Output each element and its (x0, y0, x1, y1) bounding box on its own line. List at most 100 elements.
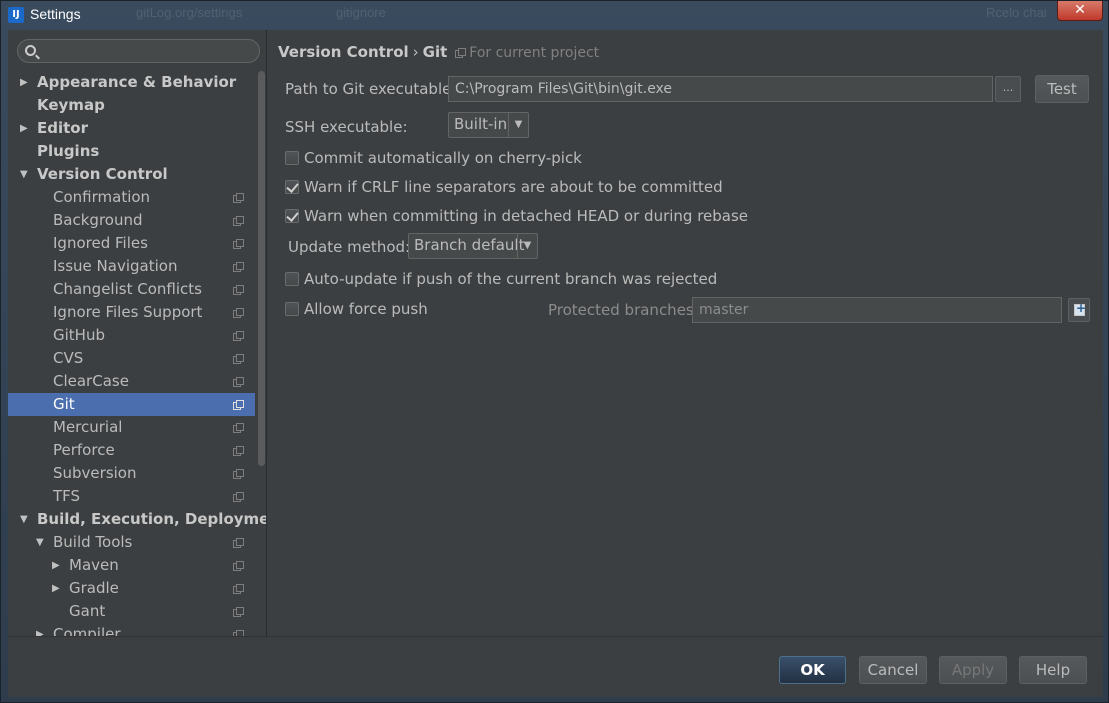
expand-arrow-icon[interactable]: ▶ (36, 623, 48, 636)
auto-update-label: Auto-update if push of the current branc… (304, 270, 718, 288)
sidebar-item[interactable]: Issue Navigation (8, 255, 255, 278)
project-scope-icon (233, 400, 244, 410)
sidebar-item[interactable]: Ignore Files Support (8, 301, 255, 324)
git-path-field[interactable]: C:\Program Files\Git\bin\git.exe (448, 76, 993, 102)
project-scope-icon (233, 538, 244, 548)
sidebar-item[interactable]: Confirmation (8, 186, 255, 209)
browse-button[interactable]: ... (995, 76, 1021, 102)
sidebar-item-label: Build, Execution, Deployment (37, 510, 267, 528)
collapse-arrow-icon[interactable]: ▼ (36, 531, 48, 554)
sidebar-item[interactable]: GitHub (8, 324, 255, 347)
commit-cherry-pick-checkbox[interactable] (285, 151, 299, 165)
sidebar-item-label: Perforce (53, 441, 115, 459)
update-method-value: Branch default (414, 236, 525, 254)
breadcrumb-separator: › (412, 43, 419, 61)
expand-arrow-icon[interactable]: ▶ (52, 554, 64, 577)
dropdown-arrow-icon: ▼ (517, 234, 537, 258)
auto-update-checkbox[interactable] (285, 272, 299, 286)
update-method-label: Update method: (288, 238, 411, 256)
sidebar-item[interactable]: ▶ Appearance & Behavior (8, 71, 255, 94)
sidebar-scrollbar-thumb[interactable] (258, 71, 265, 466)
sidebar-item[interactable]: Subversion (8, 462, 255, 485)
sidebar-item[interactable]: ▼ Version Control (8, 163, 255, 186)
sidebar-item-label: GitHub (53, 326, 105, 344)
project-scope-icon (233, 584, 244, 594)
sidebar-item[interactable]: ▶ Gradle (8, 577, 255, 600)
sidebar-item-label: ClearCase (53, 372, 129, 390)
search-input[interactable] (42, 42, 252, 60)
project-scope-icon (455, 48, 467, 58)
warn-crlf-checkbox[interactable] (285, 180, 299, 194)
sidebar-item-label: TFS (53, 487, 81, 505)
ok-button[interactable]: OK (779, 656, 846, 684)
sidebar-item-label: Changelist Conflicts (53, 280, 202, 298)
project-scope-icon (233, 469, 244, 479)
expand-arrow-icon[interactable]: ▶ (52, 577, 64, 600)
warn-detached-head-checkbox[interactable] (285, 209, 299, 223)
sidebar-item[interactable]: ▼ Build, Execution, Deployment (8, 508, 266, 531)
add-branch-button[interactable] (1068, 298, 1090, 322)
ssh-executable-dropdown[interactable]: Built-in ▼ (448, 112, 529, 138)
sidebar-item[interactable]: Changelist Conflicts (8, 278, 255, 301)
collapse-arrow-icon[interactable]: ▼ (20, 508, 32, 531)
sidebar-item-label: Gradle (69, 579, 119, 597)
sidebar-item[interactable]: ▶ Maven (8, 554, 255, 577)
dialog-body: ▶ Appearance & Behavior Keymap ▶ Editor Plugi… (8, 30, 1103, 697)
expand-arrow-icon[interactable]: ▶ (20, 117, 32, 140)
project-scope-icon (233, 285, 244, 295)
search-box[interactable] (17, 39, 260, 63)
search-icon (25, 45, 36, 56)
breadcrumb-scope-note: For current project (469, 45, 600, 61)
apply-button[interactable]: Apply (939, 656, 1007, 684)
collapse-arrow-icon[interactable]: ▼ (20, 163, 32, 186)
title-bar: IJ Settings gitLog.org/settings gitignor… (1, 1, 1108, 29)
sidebar-item[interactable]: ▼ Build Tools (8, 531, 255, 554)
dialog-footer: OK Cancel Apply Help (8, 636, 1103, 697)
sidebar-item[interactable]: Plugins (8, 140, 255, 163)
project-scope-icon (233, 216, 244, 226)
project-scope-icon (233, 423, 244, 433)
sidebar-item[interactable]: Perforce (8, 439, 255, 462)
test-button[interactable]: Test (1035, 75, 1089, 103)
project-scope-icon (233, 239, 244, 249)
sidebar-item[interactable]: Mercurial (8, 416, 255, 439)
ssh-executable-label: SSH executable: (285, 118, 408, 136)
close-button[interactable]: ✕ (1057, 1, 1103, 21)
sidebar-item[interactable]: ClearCase (8, 370, 255, 393)
background-window-title: gitLog.org/settings (136, 5, 243, 20)
sidebar-item-label: Editor (37, 119, 88, 137)
sidebar-item[interactable]: Gant (8, 600, 255, 623)
window-title: Settings (30, 6, 81, 22)
project-scope-icon (233, 492, 244, 502)
sidebar-item-label: Ignored Files (53, 234, 148, 252)
sidebar-item[interactable]: CVS (8, 347, 255, 370)
allow-force-push-checkbox[interactable] (285, 302, 299, 316)
sidebar-item-label: Gant (69, 602, 106, 620)
sidebar-item[interactable]: Git (8, 393, 255, 416)
expand-arrow-icon[interactable]: ▶ (20, 71, 32, 94)
protected-branches-field[interactable]: master (692, 297, 1062, 323)
settings-window: IJ Settings gitLog.org/settings gitignor… (0, 0, 1109, 703)
sidebar-item[interactable]: ▶ Compiler (8, 623, 255, 636)
update-method-dropdown[interactable]: Branch default ▼ (408, 233, 538, 259)
sidebar-item-label: Appearance & Behavior (37, 73, 237, 91)
sidebar-item-label: CVS (53, 349, 84, 367)
sidebar-item[interactable]: Keymap (8, 94, 255, 117)
sidebar-item-label: Maven (69, 556, 119, 574)
sidebar-item[interactable]: TFS (8, 485, 255, 508)
project-scope-icon (233, 308, 244, 318)
sidebar-item-label: Version Control (37, 165, 168, 183)
sidebar-item-label: Keymap (37, 96, 105, 114)
sidebar-item[interactable]: ▶ Editor (8, 117, 255, 140)
cancel-button[interactable]: Cancel (859, 656, 927, 684)
sidebar-item[interactable]: Ignored Files (8, 232, 255, 255)
background-window-title: gitignore (336, 5, 386, 20)
sidebar-item-label: Compiler (53, 625, 121, 636)
commit-cherry-pick-label: Commit automatically on cherry-pick (304, 149, 582, 167)
sidebar-item[interactable]: Background (8, 209, 255, 232)
help-button[interactable]: Help (1019, 656, 1087, 684)
sidebar-item-label: Plugins (37, 142, 100, 160)
sidebar-item-label: Confirmation (53, 188, 151, 206)
sidebar-item-label: Issue Navigation (53, 257, 178, 275)
sidebar-item-label: Build Tools (53, 533, 133, 551)
